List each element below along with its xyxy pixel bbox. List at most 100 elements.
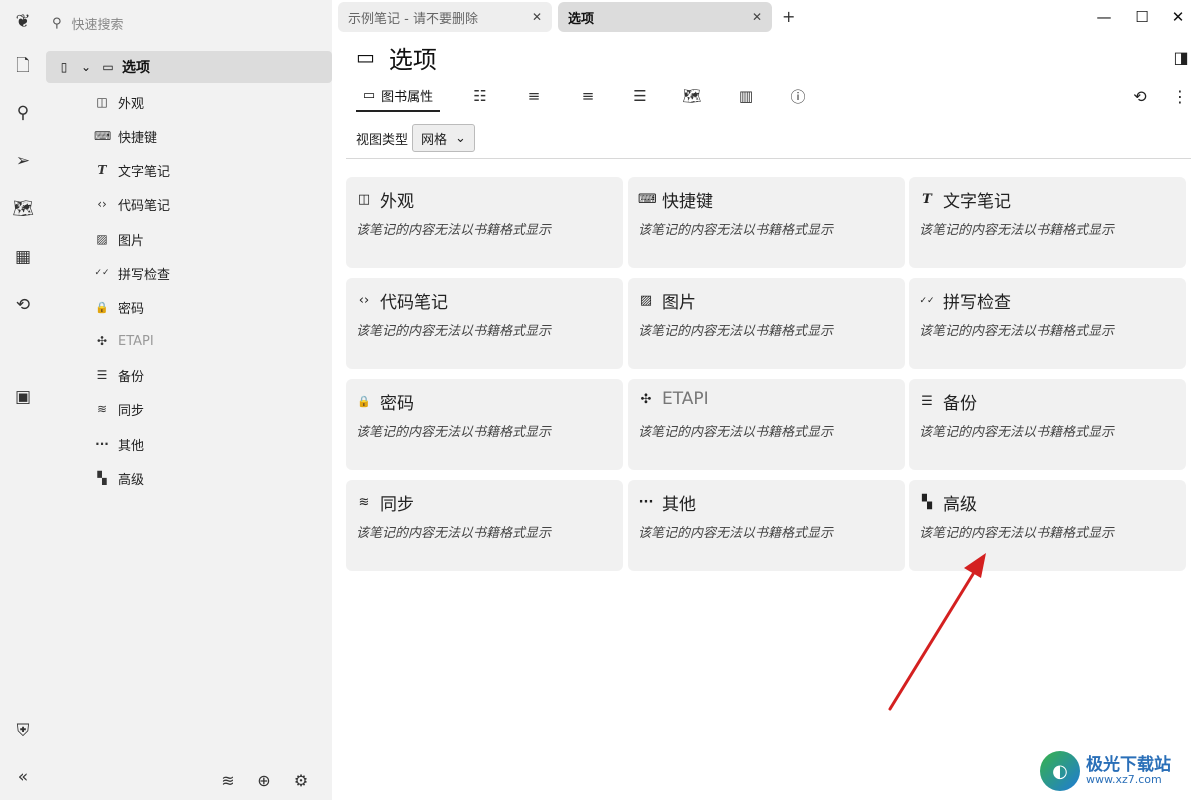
- ribbon-tab-note-info[interactable]: ⓘ: [786, 80, 810, 112]
- card-title[interactable]: 备份: [943, 389, 977, 414]
- info-icon: ⓘ: [790, 87, 806, 106]
- settings-gear-icon[interactable]: ⚙: [289, 768, 313, 792]
- card-title[interactable]: 其他: [662, 490, 696, 515]
- tree-item-shortcuts[interactable]: ⌨ 快捷键: [94, 124, 157, 148]
- card-title-row: 🔒 密码: [356, 389, 414, 414]
- card-text-notes[interactable]: T 文字笔记 该笔记的内容无法以书籍格式显示: [909, 177, 1186, 268]
- tree-item-sync[interactable]: ≋ 同步: [94, 397, 144, 421]
- chevron-down-icon: ⌄: [455, 130, 466, 146]
- wifi-icon: ≋: [96, 402, 108, 416]
- ribbon-tab-note-paths[interactable]: ☰: [628, 80, 652, 112]
- app-logo-icon[interactable]: ❦: [8, 6, 38, 36]
- close-tab-icon[interactable]: ✕: [752, 10, 762, 24]
- new-note-icon[interactable]: 🗋: [8, 52, 38, 82]
- card-backup[interactable]: ☰ 备份 该笔记的内容无法以书籍格式显示: [909, 379, 1186, 470]
- view-type-value: 网格: [421, 132, 448, 148]
- chevron-down-icon[interactable]: ⌄: [78, 60, 94, 74]
- grid-icon: ▚: [922, 495, 932, 510]
- tree-item-label: 图片: [118, 233, 145, 249]
- card-description: 该笔记的内容无法以书籍格式显示: [356, 526, 552, 541]
- note-title[interactable]: 选项: [389, 40, 437, 75]
- card-advanced[interactable]: ▚ 高级 该笔记的内容无法以书籍格式显示: [909, 480, 1186, 571]
- card-title[interactable]: 文字笔记: [943, 187, 1011, 212]
- image-icon: ▨: [639, 293, 653, 308]
- tree-item-options-root[interactable]: ▯ ⌄ ▭ 选项: [46, 51, 332, 83]
- ribbon-tab-owned-attributes[interactable]: ☷: [468, 80, 492, 112]
- card-code-notes[interactable]: ‹› 代码笔记 该笔记的内容无法以书籍格式显示: [346, 278, 623, 369]
- tree-item-other[interactable]: ··· 其他: [94, 432, 144, 456]
- card-description: 该笔记的内容无法以书籍格式显示: [919, 324, 1115, 339]
- tree-item-backup[interactable]: ☰ 备份: [94, 363, 144, 387]
- card-title[interactable]: 代码笔记: [380, 288, 448, 313]
- launcher-bar: ❦ 🗋 ⚲ ➢ 🗺 ▦ ⟲ ▣ ⛨ «: [0, 0, 46, 800]
- tree-item-text-notes[interactable]: T 文字笔记: [94, 158, 170, 182]
- dots-icon: ···: [638, 495, 654, 510]
- jump-to-note-icon[interactable]: ➢: [8, 146, 38, 176]
- card-shortcuts[interactable]: ⌨ 快捷键 该笔记的内容无法以书籍格式显示: [628, 177, 905, 268]
- card-images[interactable]: ▨ 图片 该笔记的内容无法以书籍格式显示: [628, 278, 905, 369]
- tab-options[interactable]: 选项 ✕: [558, 2, 772, 32]
- note-map-icon[interactable]: 🗺: [8, 194, 38, 224]
- card-etapi[interactable]: ✣ ETAPI 该笔记的内容无法以书籍格式显示: [628, 379, 905, 470]
- database-icon: ☰: [921, 394, 933, 409]
- close-tab-icon[interactable]: ✕: [532, 10, 542, 24]
- card-spellcheck[interactable]: ✓✓ 拼写检查 该笔记的内容无法以书籍格式显示: [909, 278, 1186, 369]
- view-type-select[interactable]: 网格 ⌄: [412, 124, 475, 152]
- tree-item-appearance[interactable]: ◫ 外观: [94, 90, 144, 114]
- card-title[interactable]: 图片: [662, 288, 696, 313]
- tab-sample-note[interactable]: 示例笔记 - 请不要删除 ✕: [338, 2, 552, 32]
- tree-item-etapi[interactable]: ✣ ETAPI: [94, 329, 154, 353]
- close-window-icon[interactable]: ✕: [1166, 6, 1190, 28]
- card-password[interactable]: 🔒 密码该笔记的内容无法以书籍格式显示: [346, 379, 623, 470]
- minimize-icon[interactable]: —: [1092, 6, 1116, 28]
- tree-item-code-notes[interactable]: ‹› 代码笔记: [94, 192, 170, 216]
- ribbon-tab-similar-notes[interactable]: ▥: [734, 80, 758, 112]
- card-appearance[interactable]: ◫ 外观 该笔记的内容无法以书籍格式显示: [346, 177, 623, 268]
- card-description: 该笔记的内容无法以书籍格式显示: [356, 425, 552, 440]
- card-title[interactable]: 快捷键: [662, 187, 713, 212]
- tree-item-label: 选项: [122, 60, 150, 76]
- tree-item-password[interactable]: 🔒 密码: [94, 295, 144, 319]
- note-icon[interactable]: ▭: [356, 45, 375, 69]
- card-other[interactable]: ··· 其他 该笔记的内容无法以书籍格式显示: [628, 480, 905, 571]
- maximize-icon[interactable]: ☐: [1130, 6, 1154, 28]
- card-title-row: ◫ 外观: [356, 187, 414, 212]
- more-options-icon[interactable]: ⋮: [1168, 84, 1192, 108]
- tab-label: 选项: [568, 11, 595, 27]
- card-title[interactable]: 高级: [943, 490, 977, 515]
- today-note-icon[interactable]: ▣: [8, 382, 38, 412]
- new-tab-icon[interactable]: +: [782, 7, 795, 26]
- quick-search[interactable]: ⚲ 快速搜索: [52, 10, 124, 36]
- collapse-sidebar-icon[interactable]: «: [8, 762, 38, 792]
- ribbon-tab-book-properties[interactable]: ▭ 图书属性: [356, 80, 440, 112]
- tree-item-label: ETAPI: [118, 333, 154, 349]
- watermark-logo-icon: ◐: [1040, 751, 1080, 791]
- layers-icon[interactable]: ≋: [216, 768, 240, 792]
- ribbon-tab-inherited-attributes[interactable]: ≡: [522, 80, 546, 112]
- tab-label: 示例笔记 - 请不要删除: [348, 11, 478, 27]
- tree-item-images[interactable]: ▨ 图片: [94, 227, 144, 251]
- protected-session-icon[interactable]: ⛨: [8, 716, 38, 746]
- card-title[interactable]: 同步: [380, 490, 414, 515]
- calendar-icon[interactable]: ▦: [8, 242, 38, 272]
- search-icon[interactable]: ⚲: [8, 98, 38, 128]
- toggle-right-panel-icon[interactable]: ◨: [1170, 46, 1192, 68]
- card-title[interactable]: 密码: [380, 389, 414, 414]
- ribbon-tab-promoted-attributes[interactable]: ≡: [576, 80, 600, 112]
- card-title[interactable]: 外观: [380, 187, 414, 212]
- card-title[interactable]: 拼写检查: [943, 288, 1011, 313]
- note-tree-panel: ⚲ 快速搜索 ▯ ⌄ ▭ 选项 ◫ 外观 ⌨ 快捷键 T 文字笔记 ‹› 代码笔记 ▨ 图…: [46, 0, 332, 800]
- card-title-row: ▨ 图片: [638, 288, 696, 313]
- extension-icon: ✣: [640, 391, 652, 407]
- tree-item-advanced[interactable]: ▚ 高级: [94, 466, 144, 490]
- tree-item-spellcheck[interactable]: ✓✓ 拼写检查: [94, 261, 170, 285]
- card-title-row: ··· 其他: [638, 490, 696, 515]
- recent-changes-icon[interactable]: ⟲: [8, 290, 38, 320]
- quick-search-input[interactable]: 快速搜索: [72, 14, 124, 33]
- crosshair-icon[interactable]: ⊕: [252, 768, 276, 792]
- card-title[interactable]: ETAPI: [662, 389, 709, 409]
- card-sync[interactable]: ≋ 同步 该笔记的内容无法以书籍格式显示: [346, 480, 623, 571]
- note-history-icon[interactable]: ⟲: [1128, 84, 1152, 108]
- ribbon-tab-note-map[interactable]: 🗺: [680, 80, 704, 112]
- text-icon: T: [97, 163, 107, 177]
